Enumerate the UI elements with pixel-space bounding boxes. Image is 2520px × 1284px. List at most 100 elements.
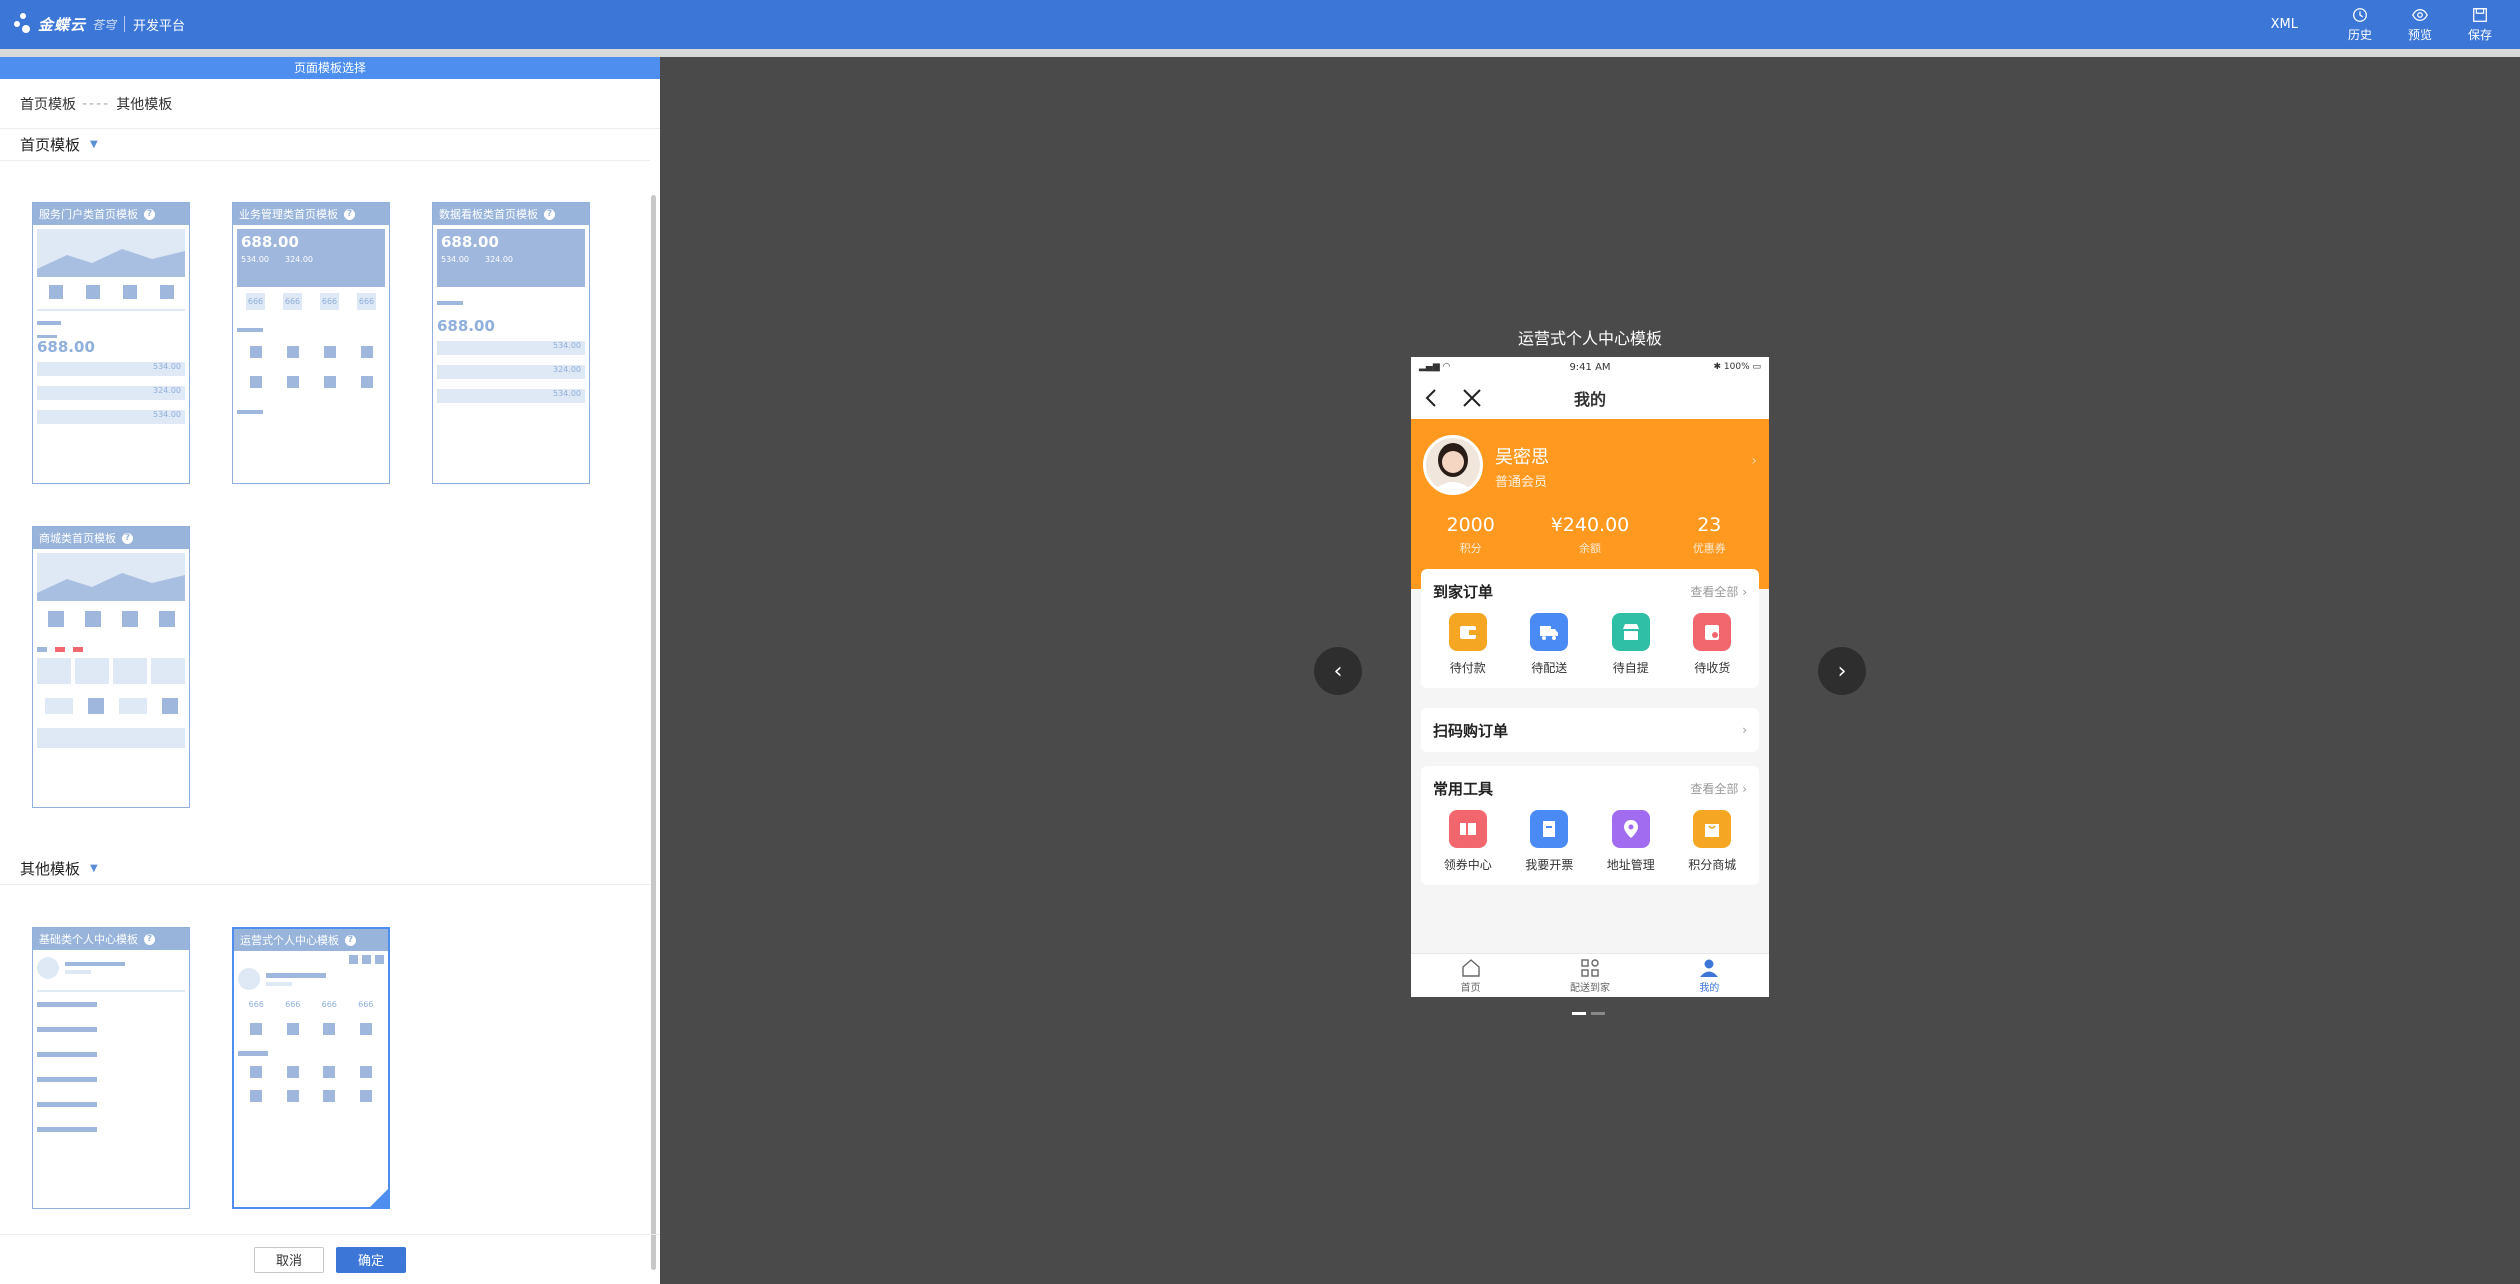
order-pending-receipt[interactable]: 待收货 bbox=[1672, 613, 1754, 676]
card-title: 业务管理类首页模板 bbox=[239, 208, 338, 221]
scan-order-card[interactable]: 扫码购订单 › bbox=[1421, 708, 1759, 752]
carousel-dot[interactable] bbox=[1572, 1012, 1586, 1015]
banner-placeholder bbox=[37, 229, 185, 277]
home-icon bbox=[1461, 959, 1480, 977]
help-icon[interactable]: ? bbox=[544, 208, 555, 220]
mock-row: 534.00 bbox=[37, 362, 185, 376]
logo-icon bbox=[14, 13, 34, 35]
tab-mine[interactable]: 我的 bbox=[1650, 954, 1769, 997]
preview-label: 预览 bbox=[2407, 28, 2432, 42]
selected-corner-icon bbox=[370, 1189, 388, 1207]
caret-down-icon: ▼ bbox=[90, 139, 98, 150]
status-bar: ▂▄▆ ◠ 9:41 AM ✱ 100% ▭ bbox=[1411, 357, 1769, 377]
brand-logo: 金蝶云 苍穹 开发平台 bbox=[14, 10, 185, 38]
section-home-header[interactable]: 首页模板 ▼ bbox=[20, 134, 98, 155]
summary-block: 688.00 534.00 324.00 bbox=[437, 229, 585, 287]
tab-delivery[interactable]: 配送到家 bbox=[1530, 954, 1649, 997]
section-other-title: 其他模板 bbox=[20, 860, 81, 878]
grid-icon bbox=[1581, 959, 1599, 977]
signal-icon: ▂▄▆ ◠ bbox=[1419, 362, 1451, 372]
invoice-icon bbox=[1543, 821, 1556, 837]
card-title: 运营式个人中心模板 bbox=[240, 934, 339, 947]
card-title: 商城类首页模板 bbox=[39, 532, 116, 545]
order-pending-delivery[interactable]: 待配送 bbox=[1509, 613, 1591, 676]
help-icon[interactable]: ? bbox=[345, 934, 356, 946]
stat-balance[interactable]: ¥240.00 余额 bbox=[1530, 514, 1649, 556]
history-button[interactable]: 历史 bbox=[2330, 6, 2390, 43]
carousel-indicator bbox=[1572, 1012, 1605, 1015]
order-pending-payment[interactable]: 待付款 bbox=[1427, 613, 1509, 676]
nav-home-templates[interactable]: 首页模板 bbox=[20, 94, 76, 114]
prev-arrow-button[interactable]: ‹ bbox=[1314, 647, 1362, 695]
tools-card: 常用工具 查看全部 › 领券中心 我要开票 地址管理 积分商城 bbox=[1421, 766, 1759, 885]
template-card-mall[interactable]: 商城类首页模板? bbox=[32, 526, 190, 808]
tools-title: 常用工具 bbox=[1433, 779, 1494, 798]
nav-other-templates[interactable]: 其他模板 bbox=[116, 94, 172, 114]
history-icon bbox=[2353, 8, 2367, 22]
next-arrow-button[interactable]: › bbox=[1818, 647, 1866, 695]
user-icon bbox=[1700, 959, 1719, 977]
scan-order-title: 扫码购订单 bbox=[1433, 721, 1509, 740]
order-pending-pickup[interactable]: 待自提 bbox=[1590, 613, 1672, 676]
section-other-header[interactable]: 其他模板 ▼ bbox=[20, 858, 98, 879]
divider bbox=[124, 16, 126, 32]
scrollbar[interactable] bbox=[651, 195, 656, 1270]
template-card-ops-personal[interactable]: 运营式个人中心模板? 666 666 666 666 bbox=[232, 927, 390, 1209]
wallet-icon bbox=[1459, 626, 1476, 639]
status-time: 9:41 AM bbox=[1569, 361, 1611, 373]
card-title: 服务门户类首页模板 bbox=[39, 208, 138, 221]
chevron-right-icon[interactable]: › bbox=[1751, 453, 1757, 469]
template-card-dashboard[interactable]: 数据看板类首页模板? 688.00 534.00 324.00 688.00 53… bbox=[432, 202, 590, 484]
preview-button[interactable]: 预览 bbox=[2390, 6, 2450, 43]
confirm-button[interactable]: 确定 bbox=[336, 1246, 406, 1273]
user-name: 吴密思 bbox=[1495, 447, 1549, 468]
avatar[interactable] bbox=[1423, 435, 1483, 495]
view-all-orders-link[interactable]: 查看全部 › bbox=[1690, 583, 1747, 600]
store-icon bbox=[1622, 624, 1639, 640]
tool-address[interactable]: 地址管理 bbox=[1590, 810, 1672, 873]
template-panel: 页面模板选择 首页模板 ---- 其他模板 首页模板 ▼ 服务门户类首页模板? … bbox=[0, 57, 660, 1284]
package-icon bbox=[1705, 625, 1720, 640]
tool-invoice[interactable]: 我要开票 bbox=[1509, 810, 1591, 873]
close-icon[interactable] bbox=[1461, 387, 1483, 409]
stat-coupons[interactable]: 23 优惠券 bbox=[1650, 514, 1769, 556]
phone-tab-bar: 首页 配送到家 我的 bbox=[1411, 953, 1769, 997]
mock-value: 688.00 bbox=[437, 317, 495, 335]
save-button[interactable]: 保存 bbox=[2450, 6, 2510, 43]
user-stats: 2000 积分 ¥240.00 余额 23 优惠券 bbox=[1411, 514, 1769, 556]
profile-header: 吴密思 普通会员 › 2000 积分 ¥240.00 余额 23 优惠券 bbox=[1411, 419, 1769, 589]
back-icon[interactable] bbox=[1421, 387, 1443, 409]
divider bbox=[0, 884, 650, 885]
tool-coupon-center[interactable]: 领券中心 bbox=[1427, 810, 1509, 873]
panel-footer: 取消 确定 bbox=[0, 1234, 660, 1284]
help-icon[interactable]: ? bbox=[344, 208, 355, 220]
save-icon bbox=[2473, 8, 2487, 22]
carousel-dot[interactable] bbox=[1591, 1012, 1605, 1015]
orders-card: 到家订单 查看全部 › 待付款 待配送 待自提 待收货 bbox=[1421, 569, 1759, 688]
cancel-button[interactable]: 取消 bbox=[254, 1246, 324, 1273]
template-card-business-mgmt[interactable]: 业务管理类首页模板? 688.00 534.00 324.00 666 666 666… bbox=[232, 202, 390, 484]
template-card-basic-personal[interactable]: 基础类个人中心模板? bbox=[32, 927, 190, 1209]
truck-icon bbox=[1540, 626, 1559, 640]
phone-page-title: 我的 bbox=[1573, 390, 1606, 409]
mock-row: 534.00 bbox=[37, 410, 185, 424]
phone-nav-bar: 我的 bbox=[1411, 377, 1769, 419]
view-all-tools-link[interactable]: 查看全部 › bbox=[1690, 780, 1747, 797]
help-icon[interactable]: ? bbox=[144, 933, 155, 945]
tool-points-mall[interactable]: 积分商城 bbox=[1672, 810, 1754, 873]
battery-status: ✱ 100% ▭ bbox=[1713, 362, 1761, 372]
tab-home[interactable]: 首页 bbox=[1411, 954, 1530, 997]
history-label: 历史 bbox=[2347, 28, 2372, 42]
top-bar: 金蝶云 苍穹 开发平台 XML 历史 预览 保存 bbox=[0, 0, 2520, 49]
top-strip bbox=[0, 49, 2520, 57]
help-icon[interactable]: ? bbox=[122, 532, 133, 544]
eye-icon bbox=[2412, 8, 2428, 22]
xml-button[interactable]: XML bbox=[2271, 17, 2298, 32]
mock-value: 688.00 bbox=[37, 338, 95, 356]
stat-points[interactable]: 2000 积分 bbox=[1411, 514, 1530, 556]
template-card-service-portal[interactable]: 服务门户类首页模板? 688.00 534.00 324.00 534.00 bbox=[32, 202, 190, 484]
help-icon[interactable]: ? bbox=[144, 208, 155, 220]
preview-title: 运营式个人中心模板 bbox=[1517, 329, 1662, 348]
panel-title: 页面模板选择 bbox=[0, 57, 660, 79]
coupon-icon bbox=[1459, 823, 1476, 835]
